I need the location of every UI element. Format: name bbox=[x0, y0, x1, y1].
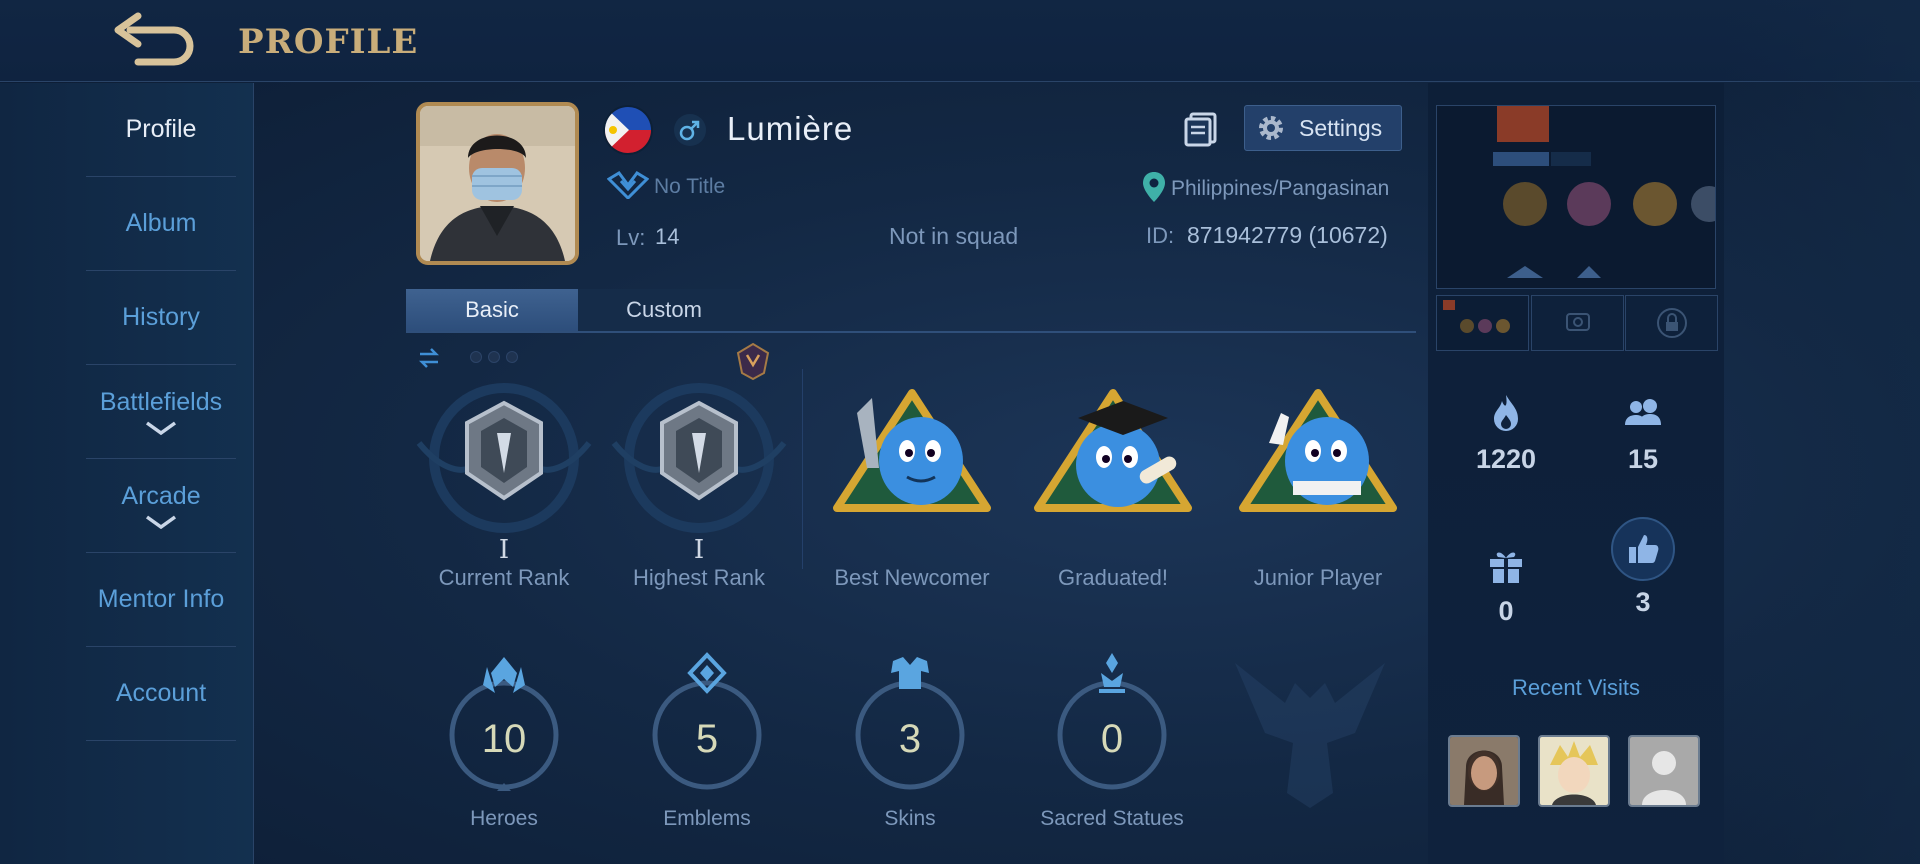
stat-sacred-statues[interactable]: 0 Sacred Statues bbox=[1017, 643, 1207, 831]
gift-icon bbox=[1490, 552, 1522, 583]
settings-label: Settings bbox=[1299, 114, 1383, 141]
recent-visitor-avatar[interactable] bbox=[1448, 735, 1520, 807]
header-bar: PROFILE bbox=[0, 0, 1920, 82]
chevron-down-icon bbox=[145, 515, 177, 529]
level-value: 14 bbox=[655, 224, 680, 249]
achievement-best-newcomer[interactable]: Best Newcomer bbox=[817, 373, 1007, 591]
stat-value: 0 bbox=[1100, 717, 1124, 761]
stat-value: 5 bbox=[695, 717, 719, 761]
achievement-label: Junior Player bbox=[1253, 565, 1383, 590]
sidebar-item-label: Battlefields bbox=[99, 388, 223, 416]
sidebar-item-battlefields[interactable]: Battlefields bbox=[86, 365, 236, 459]
avatar[interactable] bbox=[416, 102, 579, 265]
default-avatar-icon bbox=[1630, 737, 1698, 805]
back-arrow-icon bbox=[114, 12, 194, 66]
rank-emblem-icon bbox=[604, 373, 794, 543]
sidebar-item-label: Mentor Info bbox=[97, 585, 225, 613]
page-title: PROFILE bbox=[238, 22, 419, 62]
camera-icon bbox=[1566, 313, 1590, 331]
current-rank-badge[interactable]: I Current Rank bbox=[409, 373, 599, 591]
settings-button[interactable]: Settings bbox=[1244, 105, 1402, 151]
background-scenery bbox=[1724, 0, 1920, 864]
likes-stat[interactable]: 3 bbox=[1573, 515, 1713, 618]
title-icon bbox=[607, 171, 649, 199]
sidebar-item-profile[interactable]: Profile bbox=[86, 83, 236, 177]
rank-label: Highest Rank bbox=[632, 565, 766, 590]
friends-icon bbox=[1625, 399, 1661, 425]
card-thumb-camera[interactable] bbox=[1531, 295, 1624, 351]
stat-skins[interactable]: 3 Skins bbox=[815, 643, 1005, 831]
sidebar-item-label: Profile bbox=[125, 115, 197, 143]
rank-label: Current Rank bbox=[438, 565, 570, 590]
player-title: No Title bbox=[654, 175, 726, 198]
squad-status[interactable]: Not in squad bbox=[889, 223, 1018, 250]
player-name: Lumière bbox=[727, 110, 854, 147]
chevron-down-icon bbox=[145, 421, 177, 435]
sidebar-item-history[interactable]: History bbox=[86, 271, 236, 365]
male-gender-icon bbox=[674, 114, 706, 146]
sidebar-item-label: History bbox=[122, 303, 200, 331]
achievement-junior-player[interactable]: Junior Player bbox=[1223, 373, 1413, 591]
recent-visitor-avatar[interactable] bbox=[1628, 735, 1700, 807]
profile-main-panel: Lumière No Title Lv: 14 Not in squad Set… bbox=[255, 83, 1428, 864]
location-pin-icon bbox=[1143, 172, 1165, 202]
id-label: ID: bbox=[1146, 223, 1175, 248]
gifts-stat[interactable]: 0 bbox=[1436, 543, 1576, 627]
avatar-photo bbox=[420, 106, 575, 261]
profile-tabs: Basic Custom bbox=[406, 289, 750, 331]
popularity-value: 1220 bbox=[1475, 444, 1537, 474]
junior-mascot-icon bbox=[1223, 373, 1413, 543]
sidebar: Profile Album History Battlefields Arcad… bbox=[0, 83, 254, 864]
gifts-value: 0 bbox=[1498, 596, 1514, 626]
gear-icon bbox=[1259, 116, 1283, 140]
tab-divider bbox=[406, 331, 1416, 333]
level-label: Lv: bbox=[616, 225, 646, 250]
recent-visits-title: Recent Visits bbox=[1512, 675, 1640, 700]
tab-basic[interactable]: Basic bbox=[406, 289, 578, 331]
recent-visitor-avatar[interactable] bbox=[1538, 735, 1610, 807]
rank-emblem-icon bbox=[409, 373, 599, 543]
player-location: Philippines/Pangasinan bbox=[1171, 177, 1390, 200]
sidebar-item-label: Arcade bbox=[121, 482, 201, 510]
highest-rank-badge[interactable]: I Highest Rank bbox=[604, 373, 794, 591]
share-card-icon[interactable] bbox=[1182, 110, 1220, 148]
sidebar-item-mentor-info[interactable]: Mentor Info bbox=[86, 553, 236, 647]
followers-value: 15 bbox=[1627, 444, 1659, 474]
lock-icon bbox=[1657, 308, 1687, 338]
thumbs-up-icon bbox=[1611, 517, 1675, 581]
tab-custom[interactable]: Custom bbox=[578, 289, 750, 331]
profile-card-preview[interactable] bbox=[1436, 105, 1716, 289]
swap-icon[interactable] bbox=[416, 345, 442, 371]
page-indicator bbox=[470, 351, 518, 363]
newcomer-mascot-icon bbox=[817, 373, 1007, 543]
stat-emblems[interactable]: 5 Emblems bbox=[612, 643, 802, 831]
stat-heroes[interactable]: 10 Heroes bbox=[409, 643, 599, 831]
flame-icon bbox=[1494, 395, 1518, 431]
likes-value: 3 bbox=[1635, 587, 1651, 617]
achievement-label: Best Newcomer bbox=[834, 565, 990, 590]
stat-value: 10 bbox=[481, 717, 527, 761]
card-thumb-1[interactable] bbox=[1436, 295, 1529, 351]
sidebar-item-album[interactable]: Album bbox=[86, 177, 236, 271]
eagle-watermark-icon bbox=[1235, 663, 1385, 808]
stat-value: 3 bbox=[898, 717, 922, 761]
sidebar-item-arcade[interactable]: Arcade bbox=[86, 459, 236, 553]
followers-stat[interactable]: 15 bbox=[1573, 391, 1713, 475]
popularity-stat[interactable]: 1220 bbox=[1436, 391, 1576, 475]
player-id[interactable]: 871942779 (10672) bbox=[1187, 222, 1388, 249]
sidebar-item-label: Album bbox=[125, 209, 197, 237]
back-button[interactable] bbox=[108, 12, 200, 68]
achievement-graduated[interactable]: Graduated! bbox=[1018, 373, 1208, 591]
sidebar-item-label: Account bbox=[115, 679, 207, 707]
badge-divider bbox=[802, 369, 803, 569]
country-flag-icon bbox=[605, 107, 651, 153]
card-thumb-locked[interactable] bbox=[1625, 295, 1718, 351]
right-panel: 1220 15 0 3 Recent Visits bbox=[1428, 83, 1724, 864]
sidebar-item-account[interactable]: Account bbox=[86, 647, 236, 741]
graduate-mascot-icon bbox=[1018, 373, 1208, 543]
achievement-label: Graduated! bbox=[1057, 565, 1169, 590]
